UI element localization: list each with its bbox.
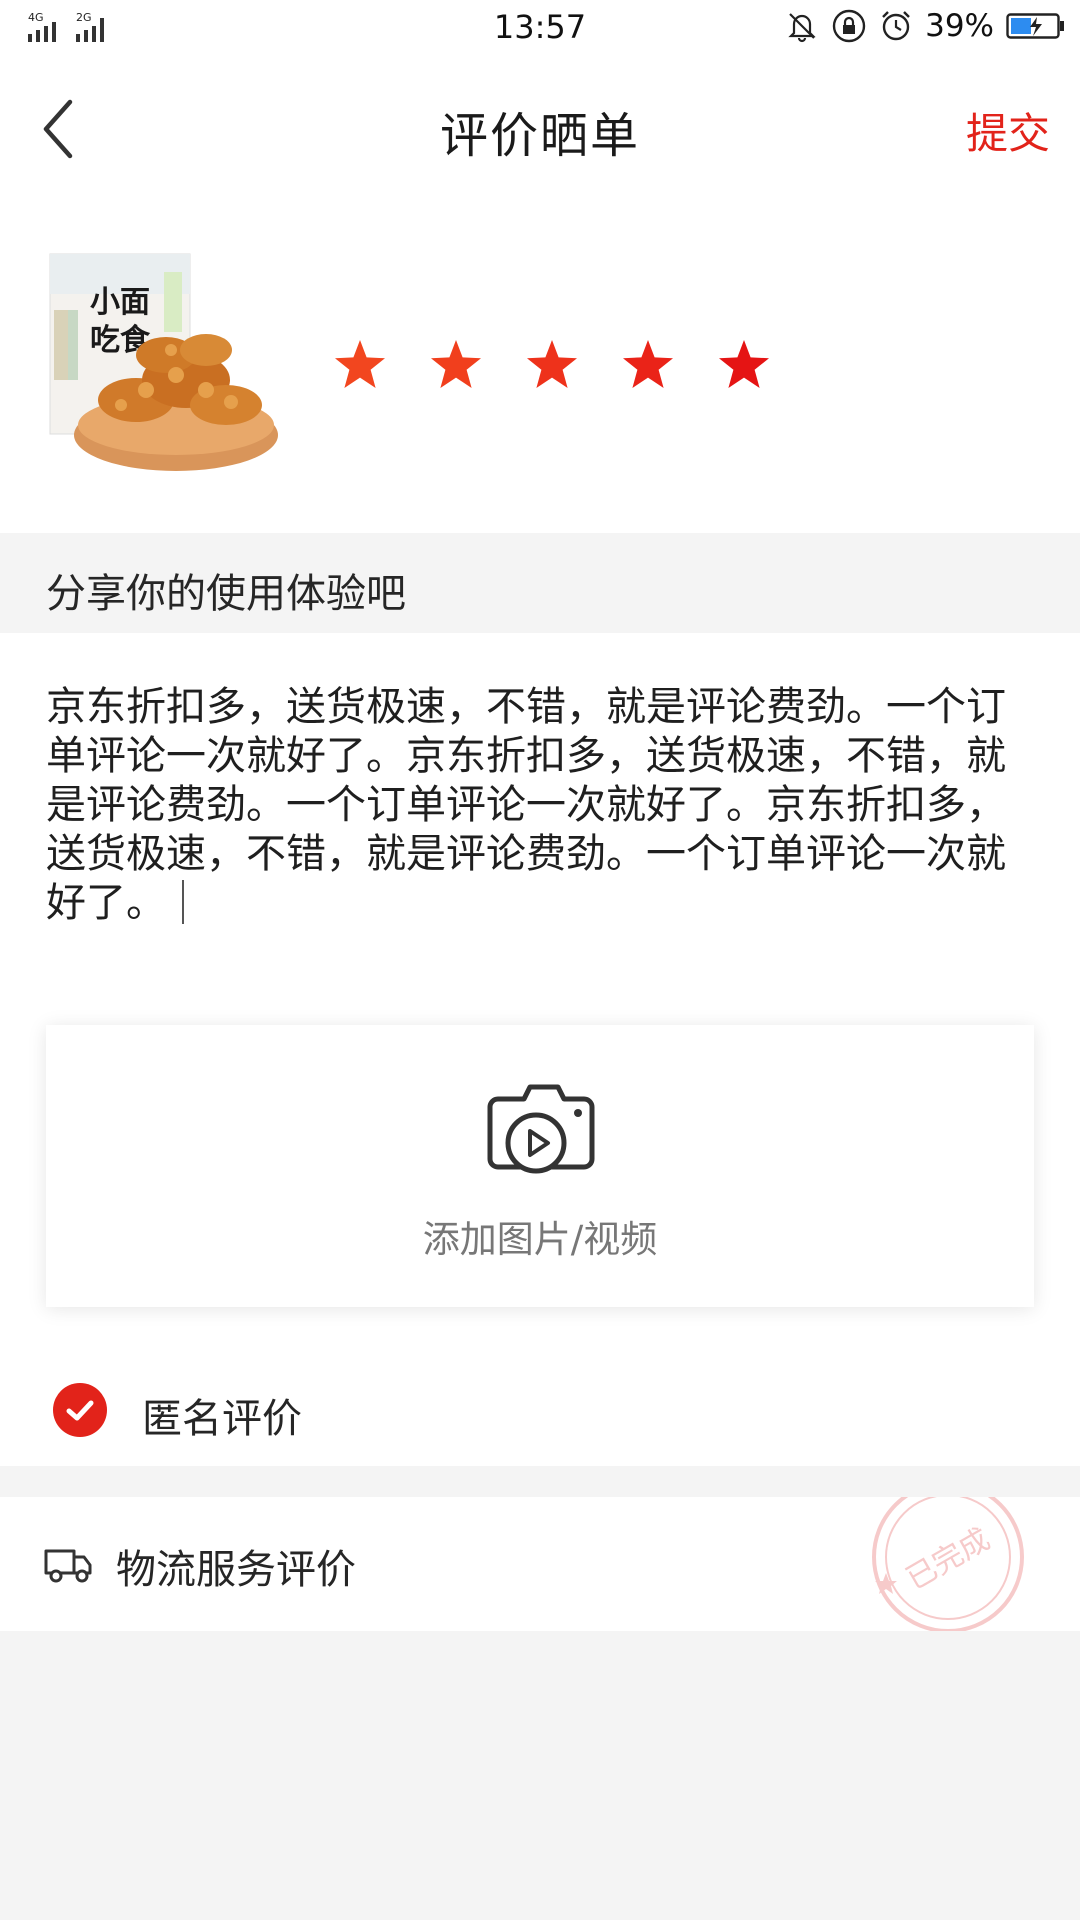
- product-image: 小面 吃食: [49, 253, 278, 471]
- add-media-button[interactable]: 添加图片/视频: [46, 1025, 1034, 1307]
- star-4-icon[interactable]: [620, 338, 676, 394]
- add-media-label: 添加图片/视频: [422, 1218, 658, 1261]
- battery-icon: [1006, 13, 1064, 39]
- text-caret: [182, 880, 184, 924]
- share-prompt: 分享你的使用体验吧: [0, 533, 1080, 633]
- star-1-icon[interactable]: [332, 338, 388, 394]
- anonymous-label: 匿名评价: [142, 1396, 302, 1442]
- review-text: 京东折扣多，送货极速，不错，就是评论费劲。一个订单评论一次就好了。京东折扣多，送…: [46, 684, 1006, 926]
- review-textarea[interactable]: 京东折扣多，送货极速，不错，就是评论费劲。一个订单评论一次就好了。京东折扣多，送…: [46, 683, 1016, 928]
- package-text-1: 小面: [90, 285, 150, 320]
- product-rating-section: 小面 吃食: [0, 200, 1080, 533]
- logistics-rating-row[interactable]: 物流服务评价 已完成: [0, 1497, 1080, 1631]
- star-5-icon[interactable]: [716, 338, 772, 394]
- page: 4G 2G 13:57 39% 评价晒单 提交 小面 吃食 分享你的使用体验吧 …: [0, 0, 1080, 1920]
- alarm-icon: [882, 11, 910, 41]
- anonymous-row: 匿名评价: [0, 1366, 1080, 1466]
- status-icons: 39%: [785, 6, 1066, 46]
- star-rating: [332, 338, 772, 394]
- submit-button[interactable]: 提交: [966, 100, 1050, 161]
- completed-stamp: 已完成: [872, 1497, 1024, 1631]
- logistics-label: 物流服务评价: [116, 1547, 356, 1593]
- stamp-text: 已完成: [901, 1522, 996, 1597]
- rotation-lock-icon: [832, 9, 866, 43]
- mute-bell-icon: [788, 13, 816, 43]
- share-prompt-label: 分享你的使用体验吧: [46, 571, 406, 617]
- camera-video-icon: [487, 1084, 595, 1174]
- star-2-icon[interactable]: [428, 338, 484, 394]
- nav-header: 评价晒单 提交: [0, 54, 1080, 200]
- review-area: 京东折扣多，送货极速，不错，就是评论费劲。一个订单评论一次就好了。京东折扣多，送…: [0, 633, 1080, 1466]
- truck-icon: [44, 1549, 92, 1583]
- anonymous-checkbox[interactable]: [52, 1382, 108, 1438]
- page-title: 评价晒单: [439, 108, 640, 164]
- star-3-icon[interactable]: [524, 338, 580, 394]
- battery-percent: 39%: [925, 8, 994, 44]
- status-bar: 4G 2G 13:57 39%: [0, 0, 1080, 54]
